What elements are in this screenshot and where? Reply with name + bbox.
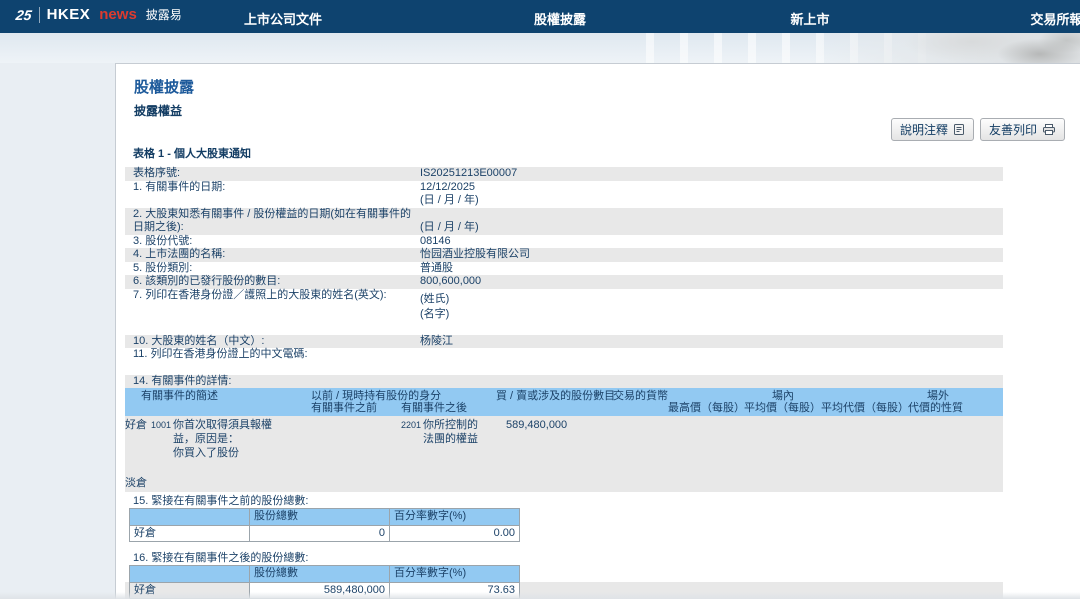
form-row-label: 1. 有關事件的日期: [125,181,420,208]
logo-chinese-text: 披露易 [146,6,182,23]
shares-involved-value: 589,480,000 [506,418,567,432]
form-rows: 表格序號: IS20251213E00007 1. 有關事件的日期: 12/12… [125,167,1003,599]
long-position-row-label: 好倉 [130,525,250,542]
form-row-share-class: 5. 股份類別: 普通股 [125,262,1003,276]
shares-total-header: 股份總數 [250,566,390,583]
nav-item-disclosure-of-interests[interactable]: 股權披露 [534,9,586,28]
percent-before-value: 0.00 [390,525,520,542]
col-header-highest-price: 最高價（每股） [668,402,745,416]
event-description: 你首次取得須具報權 益，原因是： 你買入了股份 [173,418,272,460]
form-row-value [420,348,1003,362]
content-panel: 股權披露 披露權益 說明注釋 友善列印 表格 1 - 個人大股東通知 表格序號: [115,63,1080,599]
form-row-value: 普通股 [420,262,1003,276]
explanatory-notes-label: 說明注釋 [900,121,948,138]
long-position-label: 好倉 [125,418,147,432]
col-header-currency: 交易的貨幣 [613,390,668,404]
capacity-after-event: 你所控制的 法團的權益 [423,418,478,446]
blank-header-cell [130,509,250,526]
section15-label: 15. 緊接在有關事件之前的股份總數: [125,495,1003,508]
form-row-label: 5. 股份類別: [125,262,420,276]
col-header-shares: 買 / 賣或涉及的股份數目 [496,390,615,404]
section14-label: 14. 有關事件的詳情: [125,375,1003,389]
form-row-serial: 表格序號: IS20251213E00007 [125,167,1003,181]
event-details-row: 好倉 1001 你首次取得須具報權 益，原因是： 你買入了股份 2201 你所控… [125,416,1003,492]
printer-friendly-button[interactable]: 友善列印 [980,118,1065,141]
toolbar: 說明注釋 友善列印 [891,118,1065,141]
col-header-consideration-nature: 代價的性質 [908,402,963,416]
printer-icon [1042,123,1056,136]
hkexnews-logo[interactable]: 25 HKEX news 披露易 [16,6,182,23]
form-row-event-date: 1. 有關事件的日期: 12/12/2025 (日 / 月 / 年) [125,181,1003,208]
banner-photo [810,33,1080,63]
form-row-chinese-name: 10. 大股東的姓名（中文）: 杨陵江 [125,335,1003,349]
shares-before-value: 0 [250,525,390,542]
spacer [125,362,1003,375]
bottom-fade [0,592,1080,599]
notes-icon [953,123,965,136]
form-row-label: 3. 股份代號: [125,235,420,249]
short-position-label: 淡倉 [125,476,147,490]
form-row-value: 08146 [420,235,1003,249]
table-row: 好倉 0 0.00 [130,525,520,542]
form-row-value: 800,600,000 [420,275,1003,289]
logo-news-text: news [99,6,137,23]
form-row-label: 11. 列印在香港身份證上的中文電碼: [125,348,420,362]
col-header-average-consideration: 平均代價（每股） [821,402,909,416]
form-row-value: 杨陵江 [420,335,1003,349]
printer-friendly-label: 友善列印 [989,121,1037,138]
col-header-before-event: 有關事件之前 [311,402,377,416]
section16-label: 16. 緊接在有關事件之後的股份總數: [125,552,1003,565]
capacity-code-before: 1001 [151,418,171,432]
nav-item-exchange-reports[interactable]: 交易所報告 [1030,9,1080,28]
page-subtitle: 披露權益 [134,102,182,119]
form-row-label: 表格序號: [125,167,420,181]
form-row-label: 4. 上市法團的名稱: [125,248,420,262]
form-row-value: (姓氏) (名字) [420,289,1003,335]
section15-table: 股份總數 百分率數字(%) 好倉 0 0.00 [129,508,520,542]
explanatory-notes-button[interactable]: 說明注釋 [891,118,974,141]
col-header-description: 有關事件的簡述 [141,390,218,404]
form-row-value: 怡园酒业控股有限公司 [420,248,1003,262]
form-row-chinese-commercial-code: 11. 列印在香港身份證上的中文電碼: [125,348,1003,362]
hkex-25-anniversary-mark: 25 [15,7,33,23]
page-title: 股權披露 [134,76,194,97]
form-row-value: IS20251213E00007 [420,167,1003,181]
nav-item-new-listings[interactable]: 新上市 [790,9,829,28]
form-row-english-name: 7. 列印在香港身份證／護照上的大股東的姓名(英文): (姓氏) (名字) [125,289,1003,335]
logo-divider [39,7,40,23]
form-row-awareness-date: 2. 大股東知悉有關事件 / 股份權益的日期(如在有關事件的日期之後): (日 … [125,208,1003,235]
event-details-header: 有關事件的簡述 以前 / 現時持有股份的身分 買 / 賣或涉及的股份數目 交易的… [125,388,1003,416]
form-row-label: 10. 大股東的姓名（中文）: [125,335,420,349]
logo-hkex-text: HKEX [47,6,91,23]
form-row-label: 7. 列印在香港身份證／護照上的大股東的姓名(英文): [125,289,420,335]
percent-header: 百分率數字(%) [390,566,520,583]
percent-header: 百分率數字(%) [390,509,520,526]
form-title: 表格 1 - 個人大股東通知 [133,145,251,161]
form-row-label: 6. 該類別的已發行股份的數目: [125,275,420,289]
banner-strip [0,33,1080,63]
shares-total-header: 股份總數 [250,509,390,526]
spacer [125,542,1003,552]
col-header-average-price: 平均價（每股） [744,402,821,416]
capacity-code-after: 2201 [401,418,421,432]
col-header-after-event: 有關事件之後 [401,402,467,416]
nav-item-listed-company-documents[interactable]: 上市公司文件 [244,9,322,28]
top-nav-bar: 25 HKEX news 披露易 上市公司文件 股權披露 新上市 交易所報告 [0,0,1080,33]
form-row-value: (日 / 月 / 年) [420,221,1003,235]
form-row-stock-code: 3. 股份代號: 08146 [125,235,1003,249]
form-row-corporation-name: 4. 上市法團的名稱: 怡园酒业控股有限公司 [125,248,1003,262]
form-row-label: 2. 大股東知悉有關事件 / 股份權益的日期(如在有關事件的日期之後): [125,208,420,235]
blank-header-cell [130,566,250,583]
form-row-value: 12/12/2025 (日 / 月 / 年) [420,181,1003,208]
form-row-issued-shares: 6. 該類別的已發行股份的數目: 800,600,000 [125,275,1003,289]
